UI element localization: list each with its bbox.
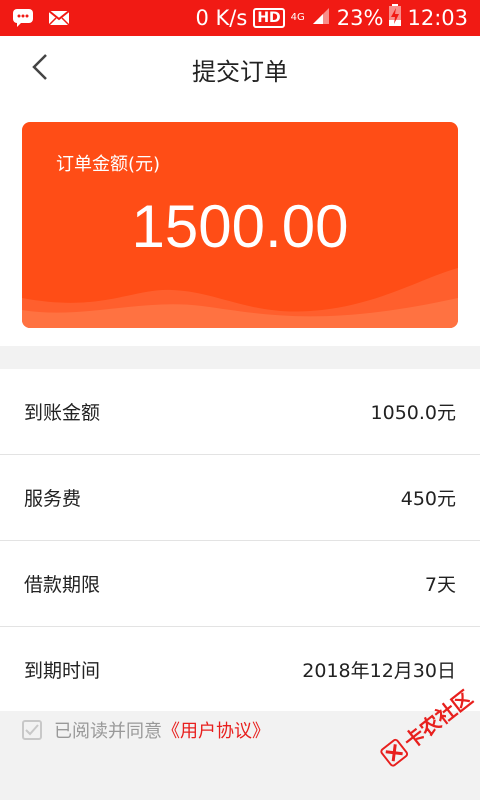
network-type: 4G bbox=[290, 11, 305, 23]
battery-charging-icon bbox=[389, 4, 402, 31]
agreement-checkbox[interactable] bbox=[22, 720, 42, 740]
order-card-section: 订单金额(元) 1500.00 bbox=[0, 98, 480, 346]
mail-icon bbox=[48, 7, 70, 29]
battery-percent: 23% bbox=[336, 5, 384, 30]
hd-badge: HD bbox=[253, 7, 285, 28]
detail-value: 2018年12月30日 bbox=[302, 659, 456, 682]
card-wave-decoration bbox=[22, 268, 458, 328]
order-amount-value: 1500.00 bbox=[131, 193, 349, 260]
detail-label: 到账金额 bbox=[24, 402, 101, 424]
detail-label: 借款期限 bbox=[24, 574, 101, 596]
detail-row-fee: 服务费 450元 bbox=[0, 455, 480, 541]
detail-value: 1050.0元 bbox=[370, 402, 456, 424]
status-bar: 0 K/s HD 4G 23% 12:03 bbox=[0, 0, 480, 36]
detail-label: 服务费 bbox=[24, 488, 82, 510]
nav-header: 提交订单 bbox=[0, 36, 480, 99]
order-details-list: 到账金额 1050.0元 服务费 450元 借款期限 7天 到期时间 2018年… bbox=[0, 369, 480, 711]
order-amount-card: 订单金额(元) 1500.00 bbox=[22, 122, 458, 328]
detail-value: 7天 bbox=[424, 574, 456, 596]
order-amount-label: 订单金额(元) bbox=[56, 154, 161, 175]
detail-row-term: 借款期限 7天 bbox=[0, 541, 480, 627]
agreement-text: 已阅读并同意 bbox=[54, 721, 162, 742]
detail-row-due-date: 到期时间 2018年12月30日 bbox=[0, 627, 480, 711]
agreement-row: 已阅读并同意 《用户协议》 bbox=[22, 717, 270, 743]
detail-value: 450元 bbox=[400, 488, 456, 510]
check-icon bbox=[25, 724, 39, 736]
user-agreement-link[interactable]: 《用户协议》 bbox=[162, 717, 270, 743]
detail-label: 到期时间 bbox=[24, 659, 101, 682]
page-title: 提交订单 bbox=[192, 58, 288, 86]
signal-icon bbox=[311, 6, 331, 30]
chat-bubble-icon bbox=[12, 7, 34, 29]
network-speed: 0 K/s bbox=[195, 5, 248, 30]
clock: 12:03 bbox=[407, 5, 468, 30]
detail-row-received: 到账金额 1050.0元 bbox=[0, 369, 480, 455]
